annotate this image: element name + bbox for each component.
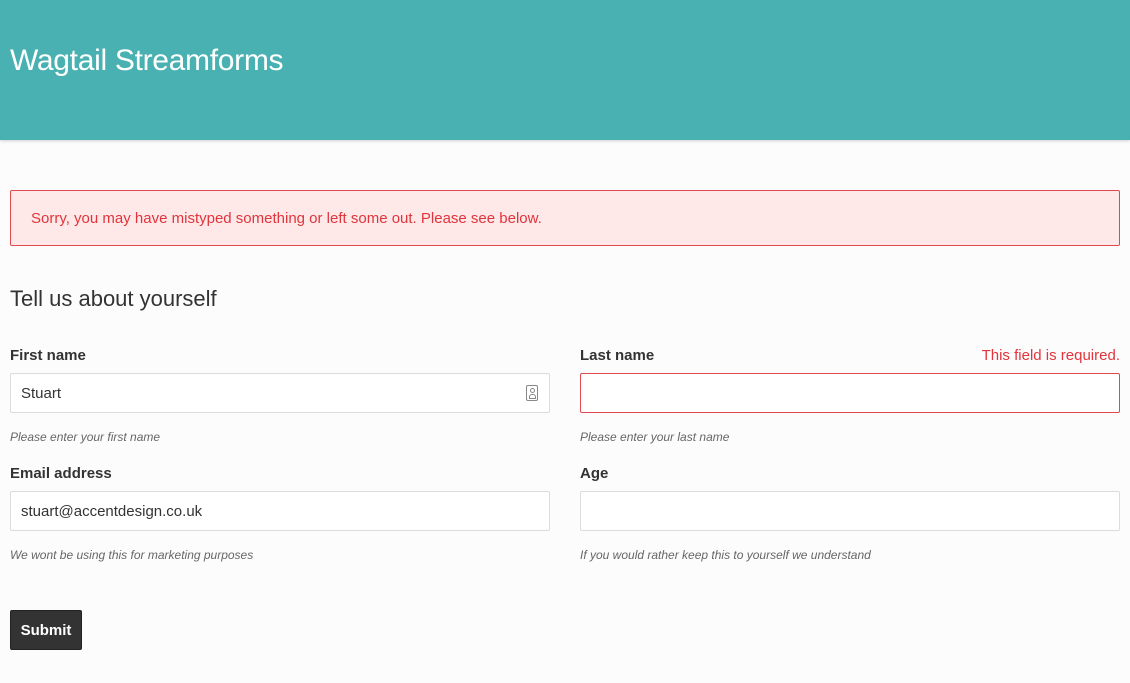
email-input[interactable] [10, 491, 550, 531]
last-name-label: Last name [580, 347, 655, 364]
first-name-help: Please enter your first name [10, 430, 161, 444]
site-header: Wagtail Streamforms [0, 0, 1130, 140]
error-banner: Sorry, you may have mistyped something o… [10, 190, 1120, 246]
error-banner-message: Sorry, you may have mistyped something o… [31, 210, 542, 227]
first-name-input[interactable] [10, 373, 550, 413]
last-name-help: Please enter your last name [580, 430, 730, 444]
email-help: We wont be using this for marketing purp… [10, 548, 254, 562]
age-help: If you would rather keep this to yoursel… [580, 548, 871, 562]
age-input[interactable] [580, 491, 1120, 531]
submit-button[interactable]: Submit [10, 610, 82, 650]
last-name-error: This field is required. [981, 347, 1120, 364]
last-name-input[interactable] [580, 373, 1120, 413]
form-heading: Tell us about yourself [10, 286, 217, 311]
age-label: Age [580, 465, 609, 482]
email-label: Email address [10, 465, 112, 482]
contact-card-icon[interactable] [526, 385, 538, 401]
first-name-label: First name [10, 347, 86, 364]
site-title: Wagtail Streamforms [10, 44, 284, 77]
